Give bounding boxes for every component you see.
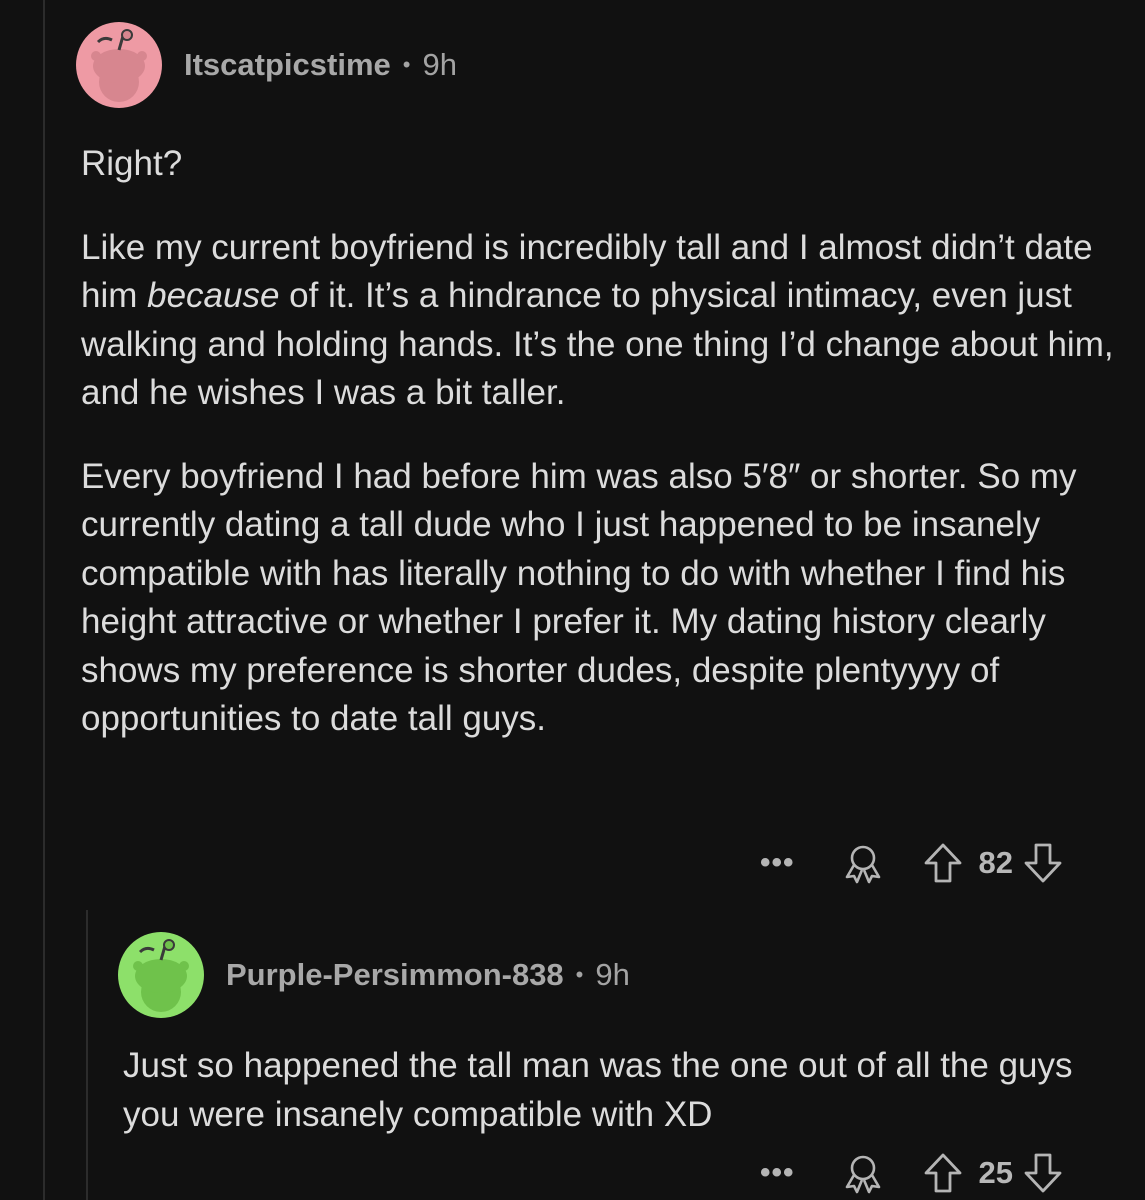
upvote-icon[interactable] (923, 1152, 963, 1194)
comment-actions: ••• 82 (760, 840, 1063, 886)
comment-meta: Purple-Persimmon-838 • 9h (226, 957, 630, 993)
username[interactable]: Purple-Persimmon-838 (226, 957, 564, 993)
comment-meta: Itscatpicstime • 9h (184, 47, 457, 83)
more-options-button[interactable]: ••• (760, 846, 795, 880)
comment-actions: ••• 25 (760, 1150, 1063, 1196)
upvote-icon[interactable] (923, 842, 963, 884)
award-icon[interactable] (841, 841, 885, 885)
thread-line-root[interactable] (43, 0, 45, 1200)
snoo-avatar-icon (76, 22, 162, 108)
comment-paragraph: Like my current boyfriend is incredibly … (81, 224, 1121, 418)
vote-count: 25 (978, 1155, 1013, 1190)
comment-body: Right? Like my current boyfriend is incr… (81, 140, 1121, 744)
comment-age: 9h (595, 957, 630, 992)
avatar[interactable] (76, 22, 162, 108)
snoo-avatar-icon (118, 932, 204, 1018)
comment-reply: Purple-Persimmon-838 • 9h Just so happen… (118, 930, 1118, 1139)
comment-header: Purple-Persimmon-838 • 9h (118, 930, 1118, 1020)
username[interactable]: Itscatpicstime (184, 47, 391, 83)
emphasized-text: because (147, 276, 280, 315)
comment-paragraph: Right? (81, 144, 183, 183)
award-icon[interactable] (841, 1151, 885, 1195)
more-options-button[interactable]: ••• (760, 1156, 795, 1190)
comment-header: Itscatpicstime • 9h (76, 20, 1121, 110)
thread-line-reply[interactable] (86, 910, 88, 1200)
downvote-icon[interactable] (1023, 842, 1063, 884)
meta-separator: • (402, 52, 411, 77)
comment-paragraph: Every boyfriend I had before him was als… (81, 456, 1077, 739)
comment-body: Just so happened the tall man was the on… (123, 1042, 1118, 1139)
comment-paragraph: Just so happened the tall man was the on… (123, 1046, 1073, 1134)
vote-count: 82 (978, 845, 1013, 880)
avatar[interactable] (118, 932, 204, 1018)
comment-age: 9h (422, 47, 457, 82)
meta-separator: • (575, 962, 584, 987)
comment: Itscatpicstime • 9h Right? Like my curre… (76, 20, 1121, 744)
downvote-icon[interactable] (1023, 1152, 1063, 1194)
